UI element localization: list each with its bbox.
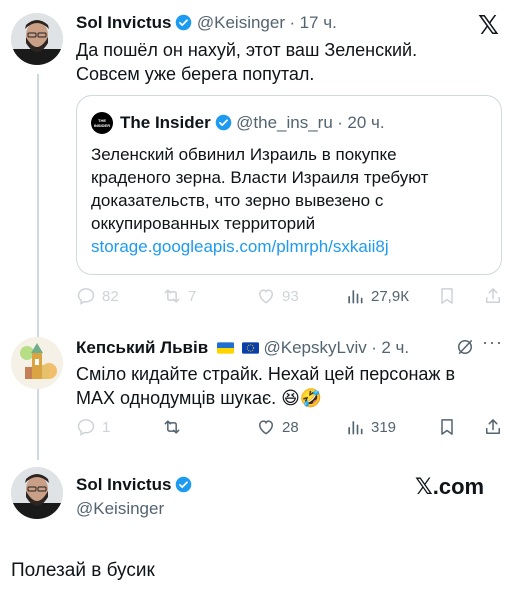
quoted-text: Зеленский обвинил Израиль в покупке крад… [91, 143, 496, 258]
share-button[interactable] [483, 417, 503, 437]
tweet-text: Да пошёл он нахуй, этот ваш Зеленский. С… [76, 38, 417, 86]
quoted-header: The Insider @the_ins_ru · 20 ч. [120, 113, 385, 132]
share-button[interactable] [483, 286, 503, 306]
avatar[interactable] [11, 467, 63, 519]
x-com-brand: 𝕏.com [415, 474, 485, 499]
eu-flag-icon [242, 342, 260, 354]
views-button[interactable]: 319 [345, 417, 396, 437]
bookmark-icon [441, 419, 453, 435]
quoted-link[interactable]: storage.googleapis.com/plmrph/sxkaii8j [91, 235, 496, 258]
like-button[interactable]: 93 [256, 286, 299, 306]
quoted-text-line: краденого зерна. Власти Израиля требуют [91, 168, 429, 187]
verified-badge-icon [176, 476, 192, 493]
like-button[interactable]: 28 [256, 417, 299, 437]
card-text: Полезай в бусик [11, 560, 155, 581]
thread-line [37, 74, 39, 460]
quoted-author-name[interactable]: The Insider [120, 113, 211, 132]
reply-count: 1 [102, 418, 111, 436]
like-count: 28 [282, 418, 299, 436]
avatar-photo [11, 467, 63, 519]
reply-icon [77, 419, 95, 436]
repost-button[interactable]: 7 [162, 286, 196, 306]
bookmark-icon [441, 288, 453, 304]
tweet-text-line: Да пошёл он нахуй, этот ваш Зеленский. [76, 40, 418, 60]
avatar-photo [11, 13, 63, 65]
tweet-text: Сміло кидайте страйк. Нехай цей персонаж… [76, 362, 455, 410]
tweet-text-line: Совсем уже берега попутал. [76, 64, 315, 84]
reply-button[interactable]: 1 [76, 417, 110, 437]
quoted-handle[interactable]: @the_ins_ru [236, 113, 333, 132]
verified-badge-icon [215, 114, 231, 131]
author-name[interactable]: Sol Invictus [76, 475, 171, 494]
more-options-icon[interactable]: ··· [482, 332, 503, 353]
avatar[interactable] [11, 13, 63, 65]
tweet-text-line: MAX однодумців шукає. 😆🤣 [76, 388, 323, 408]
the-insider-logo-icon: THE INSIDER [91, 112, 113, 134]
reply-button[interactable]: 82 [76, 286, 119, 306]
bookmark-button[interactable] [437, 286, 457, 306]
author-handle[interactable]: @KepskyLviv [264, 338, 367, 357]
timestamp[interactable]: 17 ч. [300, 13, 337, 32]
views-icon [348, 290, 363, 304]
grok-icon[interactable] [455, 337, 475, 362]
avatar-illustration [11, 337, 63, 389]
x-logo-icon[interactable]: 𝕏 [478, 10, 499, 41]
author-handle[interactable]: @Keisinger [76, 499, 164, 519]
quoted-text-line: доказательств, что зерно вывезено с [91, 191, 384, 210]
quoted-text-line: Зеленский обвинил Израиль в покупке [91, 145, 397, 164]
repost-count: 7 [188, 287, 197, 305]
reply-icon [77, 288, 95, 305]
reply-count: 82 [102, 287, 119, 305]
repost-icon [164, 420, 180, 434]
repost-icon [164, 289, 180, 303]
card-header: Sol Invictus [76, 475, 192, 495]
repost-button[interactable] [162, 417, 182, 437]
reply-header: Кепський Львів @KepskyLviv · 2 ч. [76, 338, 410, 357]
bookmark-button[interactable] [437, 417, 457, 437]
ukraine-flag-icon [216, 342, 234, 354]
views-button[interactable]: 27,9К [345, 286, 409, 306]
heart-icon [258, 289, 274, 304]
quoted-timestamp[interactable]: 20 ч. [347, 113, 384, 132]
author-handle[interactable]: @Keisinger [197, 13, 285, 32]
tweet-header: Sol Invictus @Keisinger · 17 ч. [76, 13, 337, 32]
views-count: 319 [371, 418, 397, 436]
like-count: 93 [282, 287, 299, 305]
avatar[interactable] [11, 337, 63, 389]
quoted-text-line: оккупированных территорий [91, 214, 316, 233]
tweet-text-line: Сміло кидайте страйк. Нехай цей персонаж… [76, 364, 456, 384]
views-count: 27,9К [371, 287, 409, 305]
verified-badge-icon [176, 14, 192, 31]
timestamp[interactable]: 2 ч. [381, 338, 409, 357]
share-icon [486, 419, 500, 434]
author-name[interactable]: Sol Invictus [76, 13, 171, 32]
share-icon [486, 288, 500, 303]
heart-icon [258, 420, 274, 435]
views-icon [348, 421, 363, 435]
author-name[interactable]: Кепський Львів [76, 338, 208, 357]
